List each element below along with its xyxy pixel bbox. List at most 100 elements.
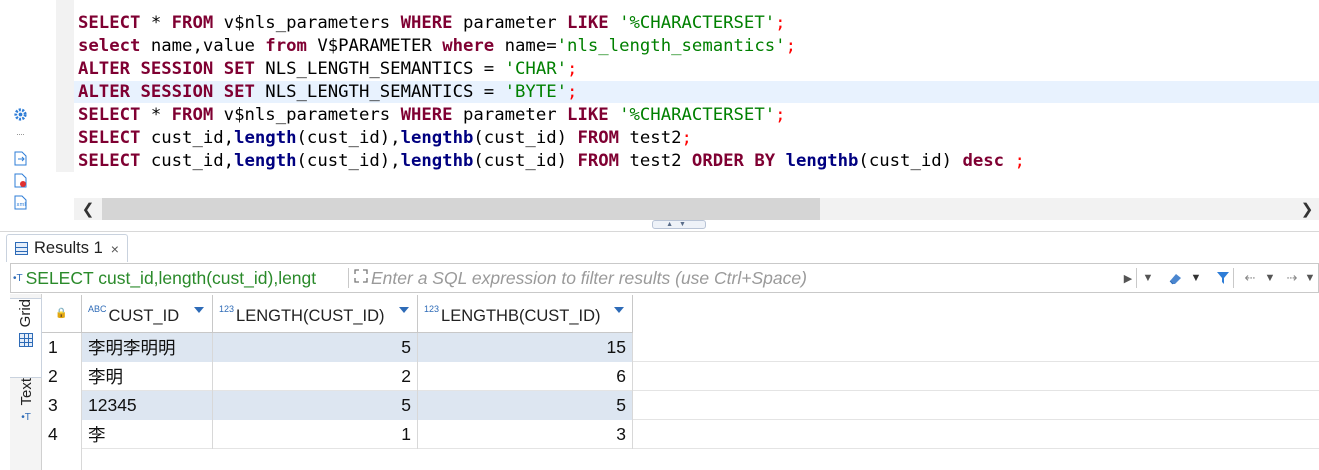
- divider: [1233, 268, 1234, 288]
- tab-grid-label: Grid: [17, 299, 34, 328]
- sql-text: V$PARAMETER: [306, 36, 443, 56]
- query-text: •T SELECT cust_id,length(cust_id),lengt: [13, 264, 347, 292]
- history-forward-icon[interactable]: ⇢: [1283, 268, 1301, 288]
- sql-text: cust_id,: [140, 151, 235, 171]
- code-line[interactable]: ALTER SESSION SET NLS_LENGTH_SEMANTICS =…: [78, 81, 1025, 104]
- sql-keyword: LIKE: [567, 105, 609, 125]
- table-row[interactable]: 4 李 1 3: [42, 420, 1319, 449]
- panel-split-handle[interactable]: ▲▼: [652, 220, 706, 229]
- grid-header: 🔒 ABC CUST_ID 123 LENGTH(CUST_ID) 123 LE…: [42, 295, 633, 333]
- sql-text: NLS_LENGTH_SEMANTICS =: [254, 82, 505, 102]
- sql-keyword: SET: [223, 82, 255, 102]
- tab-label: Results 1: [34, 239, 103, 257]
- tab-text[interactable]: Text •T: [10, 378, 42, 448]
- sort-icon[interactable]: [399, 307, 409, 313]
- play-icon[interactable]: ▶: [1119, 268, 1137, 288]
- history-dropdown-icon[interactable]: ▼: [1261, 268, 1279, 288]
- export-icon[interactable]: [12, 150, 28, 166]
- sql-text: NLS_LENGTH_SEMANTICS =: [254, 59, 505, 79]
- scroll-left-icon[interactable]: ❮: [78, 199, 98, 219]
- code-line[interactable]: select name,value from V$PARAMETER where…: [78, 35, 1025, 58]
- table-row[interactable]: 1 李明李明明 5 15: [42, 333, 1319, 362]
- cell-length[interactable]: 5: [213, 333, 418, 362]
- sql-string: 'nls_length_semantics': [556, 36, 786, 56]
- editor-horizontal-scrollbar[interactable]: ❮ ❯: [74, 198, 1319, 220]
- table-row[interactable]: 2 李明 2 6: [42, 362, 1319, 391]
- close-icon[interactable]: ×: [111, 241, 119, 257]
- divider: [1136, 268, 1137, 288]
- code-line[interactable]: SELECT cust_id,length(cust_id),lengthb(c…: [78, 150, 1025, 173]
- xml-file-icon[interactable]: xml: [12, 194, 28, 210]
- cell-lengthb[interactable]: 3: [418, 420, 633, 449]
- cell-cust-id[interactable]: 李明李明明: [82, 333, 213, 362]
- cell-cust-id[interactable]: 李: [82, 420, 213, 449]
- column-header-length[interactable]: 123 LENGTH(CUST_ID): [213, 295, 418, 333]
- sql-terminator: ;: [785, 36, 796, 56]
- sql-code[interactable]: SELECT * FROM v$nls_parameters WHERE par…: [78, 12, 1025, 173]
- sql-terminator: ;: [567, 59, 578, 79]
- history-back-icon[interactable]: ⇠: [1241, 268, 1259, 288]
- eraser-icon[interactable]: [1167, 268, 1185, 288]
- sql-string: 'CHAR': [504, 59, 568, 79]
- error-file-icon[interactable]: [12, 172, 28, 188]
- cell-lengthb[interactable]: 15: [418, 333, 633, 362]
- column-header-cust-id[interactable]: ABC CUST_ID: [82, 295, 213, 333]
- cell-cust-id[interactable]: 12345: [82, 391, 213, 420]
- sql-keyword: BY: [754, 151, 776, 171]
- sql-terminator: ;: [1014, 151, 1025, 171]
- lock-icon: 🔒: [55, 308, 68, 319]
- sql-string: '%CHARACTERSET': [619, 105, 776, 125]
- cell-length[interactable]: 1: [213, 420, 418, 449]
- sql-keyword: LIKE: [567, 13, 609, 33]
- cell-lengthb[interactable]: 6: [418, 362, 633, 391]
- tab-grid[interactable]: Grid: [10, 298, 42, 378]
- sql-terminator: ;: [775, 13, 786, 33]
- sort-icon[interactable]: [614, 307, 624, 313]
- sql-icon: •T: [13, 272, 23, 284]
- sql-editor[interactable]: SELECT * FROM v$nls_parameters WHERE par…: [0, 0, 1319, 196]
- sql-string: 'BYTE': [504, 82, 568, 102]
- cell-length[interactable]: 5: [213, 391, 418, 420]
- sql-keyword: SELECT: [78, 105, 141, 125]
- filter-icon[interactable]: [1214, 268, 1232, 288]
- row-filler: [633, 420, 1319, 449]
- expand-icon[interactable]: [354, 269, 370, 285]
- column-header-lengthb[interactable]: 123 LENGTHB(CUST_ID): [418, 295, 633, 333]
- cell-cust-id[interactable]: 李明: [82, 362, 213, 391]
- tab-results-1[interactable]: Results 1 ×: [6, 234, 128, 262]
- number-type-icon: 123: [219, 304, 235, 314]
- sort-icon[interactable]: [194, 307, 204, 313]
- cell-length[interactable]: 2: [213, 362, 418, 391]
- scroll-right-icon[interactable]: ❯: [1297, 199, 1317, 219]
- cell-lengthb[interactable]: 5: [418, 391, 633, 420]
- dropdown-icon[interactable]: ▼: [1187, 268, 1205, 288]
- code-line[interactable]: SELECT cust_id,length(cust_id),lengthb(c…: [78, 127, 1025, 150]
- code-line[interactable]: ALTER SESSION SET NLS_LENGTH_SEMANTICS =…: [78, 58, 1025, 81]
- sql-keyword: SESSION: [140, 59, 214, 79]
- column-name: LENGTHB(CUST_ID): [441, 307, 601, 325]
- sql-text: v$nls_parameters: [213, 13, 401, 33]
- table-row[interactable]: 3 12345 5 5: [42, 391, 1319, 420]
- editor-side-toolbar: ···· xml: [0, 0, 42, 230]
- sql-keyword: FROM: [171, 13, 214, 33]
- filter-bar: •T SELECT cust_id,length(cust_id),lengt …: [10, 263, 1319, 293]
- sql-keyword: FROM: [171, 105, 214, 125]
- row-number-column-filler: [42, 449, 82, 470]
- sql-keyword: WHERE: [400, 105, 453, 125]
- scrollbar-thumb[interactable]: [102, 198, 820, 220]
- code-line[interactable]: SELECT * FROM v$nls_parameters WHERE par…: [78, 12, 1025, 35]
- filter-input[interactable]: Enter a SQL expression to filter results…: [371, 264, 807, 292]
- gear-icon[interactable]: [12, 106, 28, 122]
- filter-history-dropdown-icon[interactable]: ▼: [1139, 268, 1157, 288]
- sql-function: lengthb: [400, 128, 474, 148]
- svg-text:xml: xml: [16, 202, 25, 208]
- row-filler: [633, 391, 1319, 420]
- code-line[interactable]: SELECT * FROM v$nls_parameters WHERE par…: [78, 104, 1025, 127]
- results-grid[interactable]: 🔒 ABC CUST_ID 123 LENGTH(CUST_ID) 123 LE…: [42, 295, 1319, 470]
- forward-dropdown-icon[interactable]: ▼: [1301, 268, 1319, 288]
